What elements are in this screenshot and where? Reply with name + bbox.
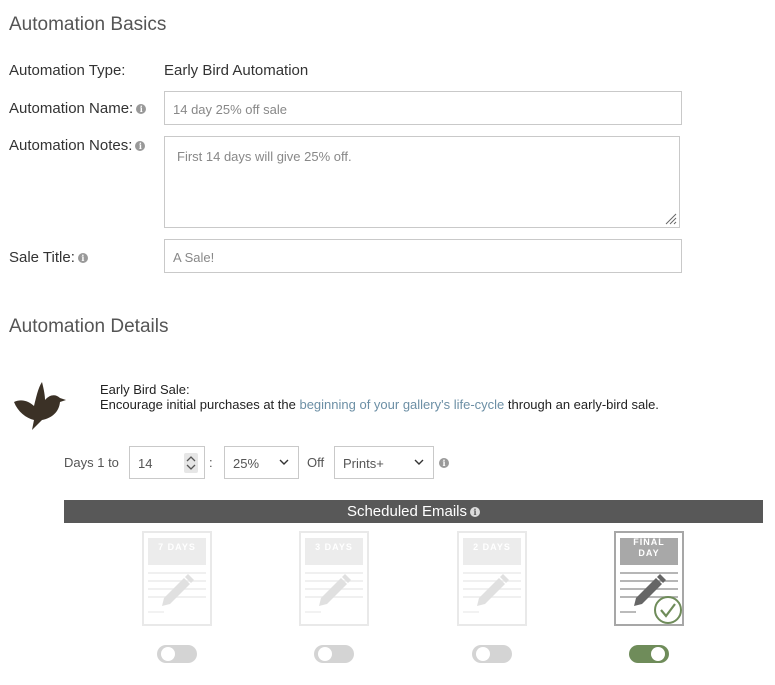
sale-title-input[interactable]: A Sale! [164,239,682,273]
sale-title-label-row: Sale Title: i [9,249,88,266]
email-toggle[interactable] [314,645,354,663]
colon-separator: : [209,455,213,470]
toggle-knob [651,647,665,661]
chevron-down-icon [279,459,289,465]
email-card-label: FINAL [633,537,665,547]
toggle-knob [476,647,490,661]
automation-notes-textarea[interactable]: First 14 days will give 25% off. [164,136,680,228]
info-icon[interactable]: i [470,507,481,518]
scheduled-emails-bar: Scheduled Emails i [64,500,763,523]
automation-details-title: Automation Details [9,316,169,337]
email-toggle[interactable] [157,645,197,663]
email-card-graphic: 3 DAYS [305,538,363,613]
early-bird-icon [14,382,66,430]
automation-name-label: Automation Name: [9,100,134,117]
automation-name-input[interactable]: 14 day 25% off sale [164,91,682,125]
email-card-label: DAY [638,548,659,558]
email-card-graphic: 2 DAYS [463,538,521,613]
email-toggle[interactable] [472,645,512,663]
toggle-knob [318,647,332,661]
info-icon[interactable]: i [77,253,88,264]
pencil-icon [319,574,351,606]
automation-notes-label-row: Automation Notes: i [9,137,146,154]
scheduled-emails-label: Scheduled Emails [346,503,468,520]
automation-name-label-row: Automation Name: i [9,100,147,117]
email-card-graphic: FINALDAY [620,537,682,624]
email-card-label: 2 DAYS [473,542,511,552]
lifecycle-link[interactable]: beginning of your gallery's life-cycle [299,397,504,412]
pencil-icon [477,574,509,606]
email-card[interactable]: 7 DAYS [142,531,212,626]
info-icon[interactable]: i [439,458,449,468]
email-card-label: 3 DAYS [315,542,353,552]
email-card-graphic: 7 DAYS [148,538,206,613]
automation-notes-label: Automation Notes: [9,137,133,154]
stepper-icon[interactable] [184,453,198,473]
info-icon[interactable]: i [135,141,146,152]
email-card[interactable]: 2 DAYS [457,531,527,626]
days-number-input[interactable]: 14 [129,446,205,479]
sale-title-value: A Sale! [173,250,215,265]
percent-value: 25% [233,456,260,471]
chevron-down-icon [414,459,424,465]
description-text-before: Encourage initial purchases at the [100,397,300,412]
automation-type-label: Automation Type: [9,62,126,79]
early-bird-heading: Early Bird Sale: [100,382,190,397]
early-bird-description: Encourage initial purchases at the begin… [100,397,659,412]
email-card[interactable]: FINAL DAY [614,531,684,626]
email-toggle[interactable] [629,645,669,663]
days-value: 14 [138,456,153,471]
automation-notes-value: First 14 days will give 25% off. [177,149,352,164]
email-card[interactable]: 3 DAYS [299,531,369,626]
pencil-icon [162,574,194,606]
product-select[interactable]: Prints+ [334,446,434,479]
toggle-knob [161,647,175,661]
percent-select[interactable]: 25% [224,446,299,479]
email-card-label: 7 DAYS [158,542,196,552]
automation-name-value: 14 day 25% off sale [173,102,287,117]
sale-title-label: Sale Title: [9,249,75,266]
days-label: Days 1 to [64,455,119,470]
off-label: Off [307,455,325,470]
resize-grip-icon[interactable] [665,213,677,225]
automation-basics-title: Automation Basics [9,14,167,35]
product-value: Prints+ [343,456,384,471]
automation-type-value: Early Bird Automation [164,62,309,79]
checkmark-icon [654,596,682,624]
info-icon[interactable]: i [136,104,147,115]
description-text-after: through an early-bird sale. [504,397,659,412]
